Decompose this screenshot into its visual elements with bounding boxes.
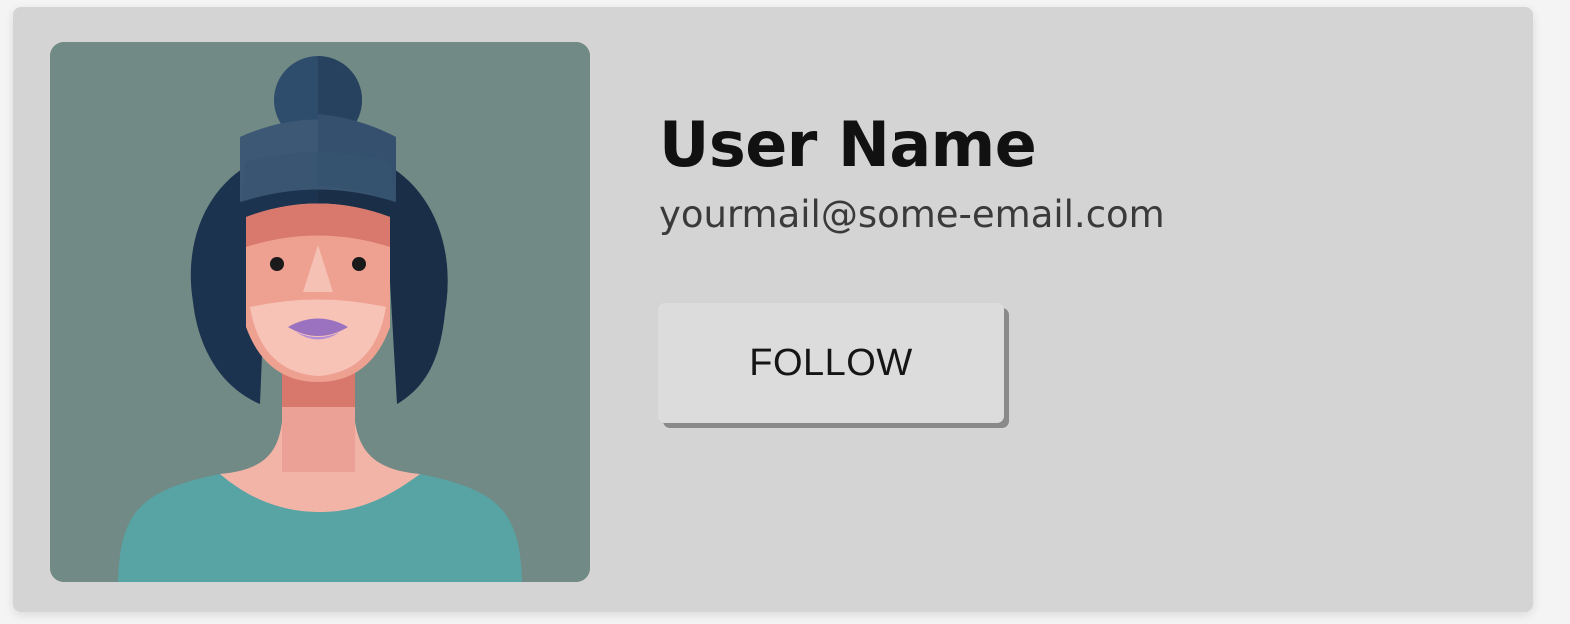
woman-avatar-icon (50, 42, 590, 582)
user-email: yourmail@some-email.com (659, 193, 1165, 236)
follow-button[interactable]: FOLLOW (658, 303, 1004, 423)
avatar (50, 42, 590, 582)
user-name: User Name (659, 108, 1037, 181)
profile-card: User Name yourmail@some-email.com FOLLOW (13, 7, 1533, 612)
